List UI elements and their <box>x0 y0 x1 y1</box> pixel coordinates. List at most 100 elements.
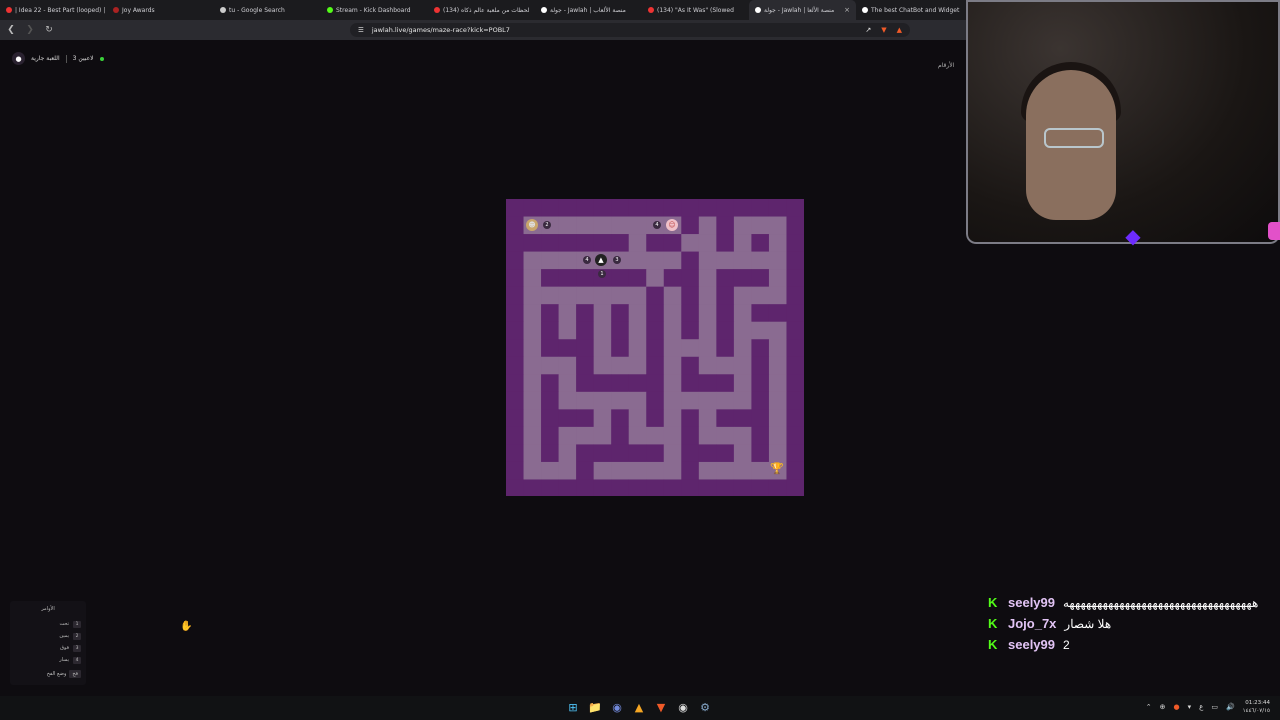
maze-path <box>611 461 630 480</box>
command-label: فوق <box>60 645 69 651</box>
command-key: 1 <box>73 620 81 628</box>
app-icon[interactable]: ▲ <box>632 700 646 714</box>
maze-path <box>628 321 647 340</box>
maze-path <box>768 356 787 375</box>
browser-tab[interactable]: جولة - Jawlah | منصة الألعا × <box>749 0 856 20</box>
maze-wall <box>751 356 770 375</box>
browser-tab[interactable]: Joy Awards <box>107 0 214 20</box>
tab-favicon-icon <box>327 7 333 13</box>
maze-wall <box>506 444 524 463</box>
jawlah-logo-icon[interactable]: ● <box>12 52 25 65</box>
reload-icon[interactable]: ↻ <box>41 22 57 38</box>
tab-label: (134) "As It Was" (Slowed <box>657 6 734 14</box>
clock[interactable]: 01:23:44 ١٤٤٦/٠٧/١٥ <box>1243 699 1270 715</box>
maze-path <box>768 286 787 305</box>
chat-message: Kseely99 2 <box>988 634 1278 655</box>
maze-path <box>628 304 647 323</box>
discord-icon[interactable]: ◉ <box>610 700 624 714</box>
tab-label: Joy Awards <box>122 6 155 14</box>
tray-chevron-icon[interactable]: ⌃ <box>1146 703 1152 711</box>
tab-strip: | Idea 22 - Best Part (looped) | Joy Awar… <box>0 0 968 20</box>
site-info-icon[interactable]: ☰ <box>358 26 364 34</box>
maze-wall <box>506 409 524 428</box>
maze-path <box>733 286 752 305</box>
maze-wall <box>646 304 665 323</box>
network-icon[interactable]: ⊕ <box>1160 703 1166 711</box>
maze-path <box>716 391 735 410</box>
maze-path <box>663 409 682 428</box>
maze-wall <box>541 199 559 217</box>
volume-icon[interactable]: 🔊 <box>1226 703 1235 711</box>
url-text: jawlah.live/games/maze-race?kick=POBL7 <box>371 26 510 34</box>
maze-wall <box>681 286 700 305</box>
clock-date: ١٤٤٦/٠٧/١٥ <box>1242 708 1270 714</box>
maze-path <box>733 321 752 340</box>
maze-path <box>663 461 682 480</box>
maze-wall <box>611 409 630 428</box>
maze-wall <box>523 199 542 217</box>
browser-tab[interactable]: tu - Google Search <box>214 0 321 20</box>
maze-wall <box>646 391 665 410</box>
browser-tab[interactable]: The best ChatBot and Widget <box>856 0 963 20</box>
forward-icon[interactable]: ❯ <box>22 22 38 38</box>
tab-favicon-icon <box>434 7 440 13</box>
chat-text: ههههههههههههههههههههههههههههههههههه <box>1063 595 1259 610</box>
maze-path <box>716 461 735 480</box>
maze-path <box>558 304 577 323</box>
maze-path <box>558 391 577 410</box>
maze-path <box>733 461 752 480</box>
maze-path <box>768 426 787 445</box>
command-row: فوق 3 <box>15 642 81 654</box>
maze-wall <box>786 321 804 340</box>
maze-wall <box>541 304 559 323</box>
maze-path <box>768 339 787 358</box>
maze-path <box>698 409 717 428</box>
browser-tab[interactable]: Stream - Kick Dashboard <box>321 0 428 20</box>
maze-path <box>576 216 594 235</box>
maze-path <box>593 286 612 305</box>
maze-path <box>733 356 752 375</box>
app-tray-icon[interactable]: ● <box>1174 703 1180 711</box>
maze-wall <box>786 409 804 428</box>
maze-wall <box>716 269 735 287</box>
maze-path <box>558 444 577 463</box>
maze-path <box>558 286 577 305</box>
maze-wall <box>576 269 594 287</box>
maze-wall <box>541 426 559 445</box>
brave-shield-icon[interactable]: ▼ <box>881 26 886 34</box>
maze-path <box>698 234 717 252</box>
browser-tab[interactable]: (134) "As It Was" (Slowed <box>642 0 749 20</box>
maze-wall <box>716 234 735 252</box>
maze-wall <box>786 339 804 358</box>
brave-rewards-icon[interactable]: ▲ <box>897 26 902 34</box>
maze-wall <box>716 216 735 235</box>
back-icon[interactable]: ❮ <box>3 22 19 38</box>
maze-path <box>698 216 717 235</box>
maze-path <box>681 339 700 358</box>
file-explorer-icon[interactable]: 📁 <box>588 700 602 714</box>
browser-tab[interactable]: جولة - Jawlah | منصة الألعاب <box>535 0 642 20</box>
language-icon[interactable]: ع <box>1199 703 1203 711</box>
browser-tab[interactable]: | Idea 22 - Best Part (looped) | <box>0 0 107 20</box>
mic-icon[interactable]: ▾ <box>1188 703 1192 711</box>
maze-path <box>523 304 542 323</box>
windows-start-icon[interactable]: ⊞ <box>566 700 580 714</box>
player-avatar-3: ▲ <box>595 254 607 266</box>
brave-browser-icon[interactable]: ▼ <box>654 700 668 714</box>
maze-wall <box>681 479 700 496</box>
browser-tab[interactable]: (134) لحظات من ملعبة عالم ذكاه <box>428 0 535 20</box>
maze-path <box>733 216 752 235</box>
maze-path <box>751 461 770 480</box>
maze-path <box>523 356 542 375</box>
webcam-frame <box>966 0 1280 244</box>
maze-path <box>523 374 542 393</box>
obs-icon[interactable]: ◉ <box>676 700 690 714</box>
address-bar[interactable]: ☰ jawlah.live/games/maze-race?kick=POBL7… <box>350 23 910 37</box>
steam-icon[interactable]: ⚙ <box>698 700 712 714</box>
trap-row: وضع الفخ فخ <box>15 670 81 678</box>
share-icon[interactable]: ↗ <box>865 26 871 34</box>
player-avatar-1: ☻ <box>526 219 538 231</box>
maze-path <box>523 286 542 305</box>
tab-close-icon[interactable]: × <box>844 6 850 14</box>
monitor-icon[interactable]: ▭ <box>1211 703 1218 711</box>
